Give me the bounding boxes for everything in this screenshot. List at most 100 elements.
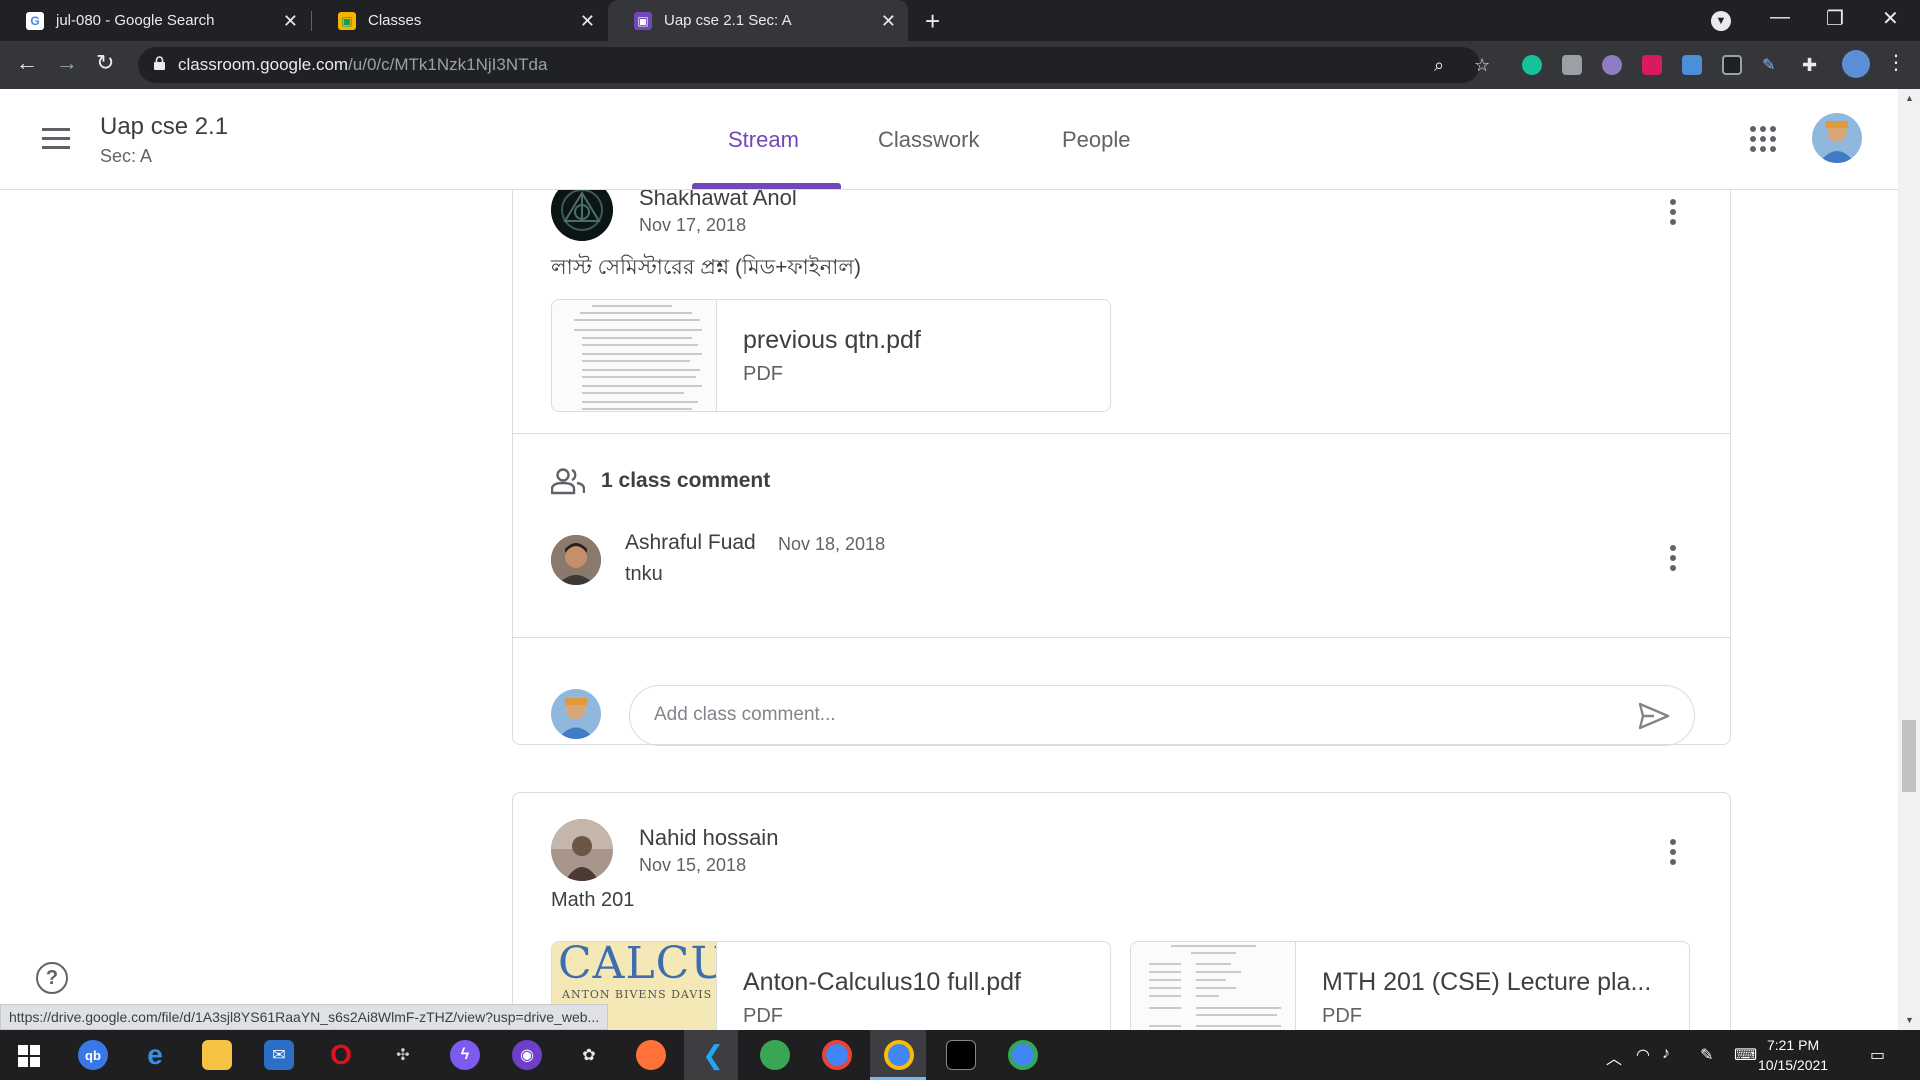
- current-user-avatar: [551, 689, 601, 739]
- active-tab-indicator: [692, 183, 841, 189]
- post-author[interactable]: Nahid hossain: [639, 825, 778, 851]
- window-close-icon[interactable]: ✕: [1882, 6, 1899, 31]
- scrollbar-thumb[interactable]: [1902, 720, 1916, 792]
- volume-icon[interactable]: ♪: [1662, 1045, 1670, 1063]
- browser-menu-icon[interactable]: ⋮: [1886, 50, 1906, 75]
- help-icon[interactable]: ?: [36, 962, 68, 994]
- profile-avatar-icon[interactable]: [1842, 50, 1870, 78]
- attachment-name: Anton-Calculus10 full.pdf: [743, 968, 1021, 996]
- tab-classwork[interactable]: Classwork: [878, 127, 979, 153]
- qbittorrent-icon[interactable]: qb: [78, 1040, 108, 1070]
- chrome-icon[interactable]: [884, 1040, 914, 1070]
- comment-author: Ashraful Fuad: [625, 531, 756, 554]
- hamburger-menu-icon[interactable]: [42, 128, 70, 150]
- keyboard-icon[interactable]: ⌨: [1734, 1045, 1757, 1065]
- download-extension-icon[interactable]: [1682, 55, 1702, 75]
- author-avatar[interactable]: [551, 190, 613, 241]
- close-icon[interactable]: ✕: [283, 11, 298, 32]
- class-comment-count[interactable]: 1 class comment: [601, 469, 770, 493]
- scroll-down-icon[interactable]: ▼: [1905, 1015, 1914, 1025]
- pen-workspace-icon[interactable]: ✎: [1700, 1045, 1713, 1065]
- attachment-card[interactable]: MTH 201 (CSE) Lecture pla... PDF: [1130, 941, 1690, 1030]
- puzzle-extensions-icon[interactable]: ✚: [1802, 55, 1822, 75]
- play-extension-icon[interactable]: [1642, 55, 1662, 75]
- system-clock[interactable]: 7:21 PM 10/15/2021: [1758, 1035, 1828, 1075]
- class-title[interactable]: Uap cse 2.1: [100, 113, 228, 141]
- page-scrollbar[interactable]: ▲ ▼: [1898, 89, 1920, 1030]
- terminal-icon[interactable]: [946, 1040, 976, 1070]
- camera-extension-icon[interactable]: [1562, 55, 1582, 75]
- tray-expand-icon[interactable]: ︿: [1606, 1045, 1622, 1069]
- tab-search-icon[interactable]: ▼: [1711, 11, 1731, 31]
- post-author[interactable]: Shakhawat Anol: [639, 190, 797, 211]
- url-path: /u/0/c/MTk1Nzk1NjI3NTda: [348, 55, 548, 74]
- class-section: Sec: A: [100, 146, 153, 166]
- extension-icon[interactable]: [1602, 55, 1622, 75]
- restore-icon[interactable]: ❐: [1826, 6, 1844, 31]
- browser-tab-google-search[interactable]: G jul-080 - Google Search ✕: [0, 0, 310, 41]
- screen-extension-icon[interactable]: [1722, 55, 1742, 75]
- author-avatar[interactable]: [551, 819, 613, 881]
- browser-tab-classes[interactable]: ▣ Classes ✕: [312, 0, 607, 41]
- attachment-type: PDF: [743, 1005, 783, 1027]
- send-icon[interactable]: [1638, 702, 1670, 730]
- opera-icon[interactable]: O: [326, 1039, 356, 1070]
- attachment-type: PDF: [743, 363, 783, 385]
- browser-tab-uap-cse[interactable]: ▣ Uap cse 2.1 Sec: A ✕: [608, 0, 908, 41]
- messenger-icon[interactable]: ϟ: [450, 1040, 480, 1070]
- stream-content: Shakhawat Anol Nov 17, 2018 লাস্ট সেমিস্…: [0, 190, 1898, 1030]
- address-bar[interactable]: classroom.google.com/u/0/c/MTk1Nzk1NjI3N…: [138, 47, 1490, 83]
- chrome-icon[interactable]: [1008, 1040, 1038, 1070]
- tab-people[interactable]: People: [1062, 127, 1131, 153]
- file-explorer-icon[interactable]: [202, 1040, 232, 1070]
- close-icon[interactable]: ✕: [580, 11, 595, 32]
- tab-stream[interactable]: Stream: [728, 127, 799, 153]
- pen-extension-icon[interactable]: ✎: [1762, 55, 1782, 75]
- edge-icon[interactable]: e: [140, 1039, 170, 1070]
- firefox-icon[interactable]: [636, 1040, 666, 1070]
- reload-icon[interactable]: ↻: [96, 50, 114, 76]
- divider: [513, 433, 1730, 434]
- lock-icon: [154, 56, 165, 70]
- grammarly-icon[interactable]: [1522, 55, 1542, 75]
- zoom-icon[interactable]: ⌕: [1434, 55, 1444, 76]
- minimize-icon[interactable]: —: [1770, 6, 1790, 29]
- clock-date: 10/15/2021: [1758, 1057, 1829, 1073]
- chrome-icon[interactable]: [822, 1040, 852, 1070]
- mail-icon[interactable]: ✉: [264, 1040, 294, 1070]
- forward-icon[interactable]: →: [56, 50, 78, 76]
- post-text: লাস্ট সেমিস্টারের প্রশ্ন (মিড+ফাইনাল): [551, 256, 861, 279]
- vscode-icon[interactable]: ❮: [698, 1040, 728, 1070]
- add-comment-input[interactable]: Add class comment...: [629, 685, 1695, 746]
- comment-options-icon[interactable]: [1670, 545, 1676, 571]
- app-icon[interactable]: [760, 1040, 790, 1070]
- attachment-type: PDF: [1322, 1005, 1362, 1027]
- post-options-icon[interactable]: [1670, 839, 1676, 865]
- post-date: Nov 15, 2018: [639, 855, 747, 875]
- attachment-card[interactable]: previous qtn.pdf PDF: [551, 299, 1111, 412]
- google-apps-icon[interactable]: [1750, 126, 1776, 152]
- notifications-icon[interactable]: ▭: [1870, 1045, 1885, 1065]
- satellite-app-icon[interactable]: ✣: [388, 1040, 418, 1070]
- paint-app-icon[interactable]: ✿: [574, 1040, 604, 1070]
- attachment-thumbnail: [552, 300, 717, 411]
- attachment-card[interactable]: CALCULUS ANTON BIVENS DAVIS Anton-Calcul…: [551, 941, 1111, 1030]
- post-options-icon[interactable]: [1670, 199, 1676, 225]
- divider: [513, 637, 1730, 638]
- stream-post: Shakhawat Anol Nov 17, 2018 লাস্ট সেমিস্…: [512, 190, 1731, 746]
- account-avatar[interactable]: [1812, 113, 1862, 163]
- tab-title: Uap cse 2.1 Sec: A: [664, 12, 792, 29]
- clock-time: 7:21 PM: [1766, 1037, 1820, 1053]
- windows-start-icon[interactable]: [18, 1045, 40, 1067]
- link-status-bar: https://drive.google.com/file/d/1A3sjl8Y…: [0, 1004, 609, 1030]
- post-text: Math 201: [551, 889, 635, 911]
- bookmark-star-icon[interactable]: ☆: [1474, 55, 1490, 76]
- tab-title: Classes: [368, 12, 422, 29]
- github-desktop-icon[interactable]: ◉: [512, 1040, 542, 1070]
- back-icon[interactable]: ←: [16, 50, 38, 76]
- wifi-icon[interactable]: ◠: [1636, 1045, 1650, 1065]
- new-tab-icon[interactable]: +: [925, 6, 940, 37]
- close-icon[interactable]: ✕: [881, 11, 896, 32]
- scroll-up-icon[interactable]: ▲: [1905, 93, 1914, 103]
- attachment-thumbnail: [1131, 942, 1296, 1030]
